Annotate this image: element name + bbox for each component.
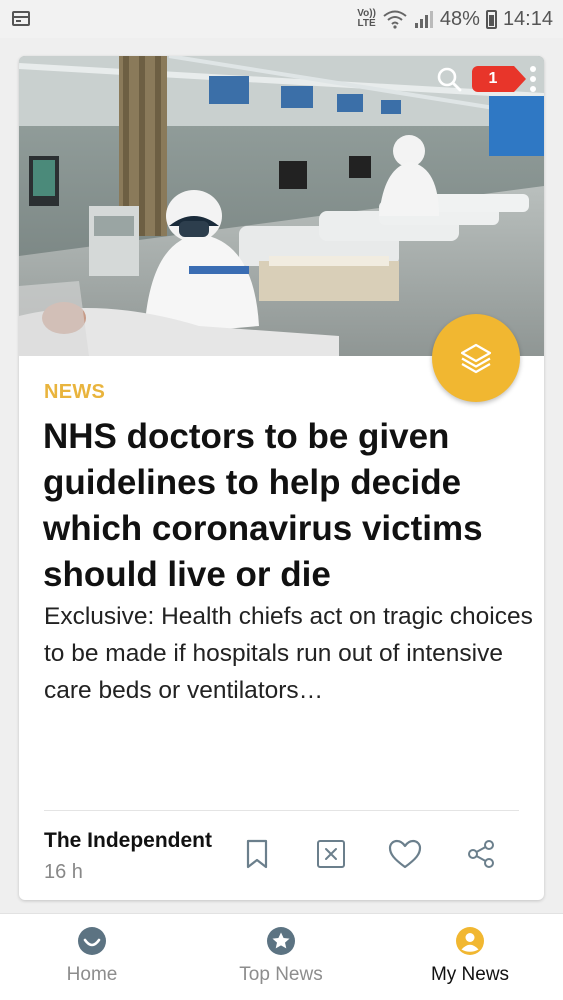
nav-my-news[interactable]: My News bbox=[400, 914, 540, 1000]
card-divider bbox=[44, 810, 519, 811]
like-button[interactable] bbox=[387, 836, 423, 872]
notification-badge[interactable]: 1 bbox=[472, 66, 526, 92]
battery-percent: 48% bbox=[439, 7, 480, 30]
close-box-icon bbox=[317, 840, 345, 868]
signal-icon bbox=[414, 11, 433, 28]
article-age: 16 h bbox=[44, 861, 83, 883]
article-summary[interactable]: Exclusive: Health chiefs act on tragic c… bbox=[44, 598, 534, 709]
article-headline[interactable]: NHS doctors to be given guidelines to he… bbox=[43, 414, 533, 598]
article-hero-image[interactable]: 1 bbox=[19, 56, 544, 356]
nav-my-news-label: My News bbox=[430, 964, 510, 985]
search-icon[interactable] bbox=[436, 66, 462, 92]
nav-top-news-label: Top News bbox=[239, 964, 323, 985]
clock: 14:14 bbox=[502, 7, 553, 30]
more-vert-icon[interactable] bbox=[530, 66, 536, 92]
article-source[interactable]: The Independent bbox=[44, 829, 212, 853]
status-bar: Vo)) LTE 48% 14:14 bbox=[0, 0, 563, 38]
app-notification-icon bbox=[12, 11, 30, 26]
article-actions bbox=[239, 836, 509, 876]
nav-home-label: Home bbox=[66, 964, 118, 985]
heart-icon bbox=[388, 839, 422, 869]
nav-home[interactable]: Home bbox=[22, 914, 162, 1000]
bookmark-icon bbox=[246, 839, 268, 869]
hide-article-button[interactable] bbox=[313, 836, 349, 872]
bottom-navigation: Home Top News My News bbox=[0, 913, 563, 1000]
star-circle-icon bbox=[267, 927, 295, 955]
smiley-icon bbox=[78, 927, 106, 955]
volte-bottom-label: LTE bbox=[357, 18, 376, 29]
share-icon bbox=[468, 840, 494, 868]
battery-icon bbox=[485, 9, 497, 29]
volte-indicator: Vo)) LTE bbox=[357, 9, 376, 29]
wifi-icon bbox=[383, 10, 407, 29]
share-button[interactable] bbox=[463, 836, 499, 872]
hospital-ward-photo bbox=[19, 56, 544, 356]
layers-button[interactable] bbox=[432, 314, 520, 402]
user-circle-icon bbox=[456, 927, 484, 955]
bookmark-button[interactable] bbox=[239, 836, 275, 872]
nav-top-news[interactable]: Top News bbox=[211, 914, 351, 1000]
article-card[interactable]: 1 NEWS NHS doctors to be given guideline… bbox=[19, 56, 544, 900]
status-indicators: Vo)) LTE 48% 14:14 bbox=[357, 6, 553, 32]
hero-toolbar: 1 bbox=[436, 66, 536, 92]
layers-icon bbox=[460, 343, 492, 374]
article-category: NEWS bbox=[44, 381, 106, 403]
